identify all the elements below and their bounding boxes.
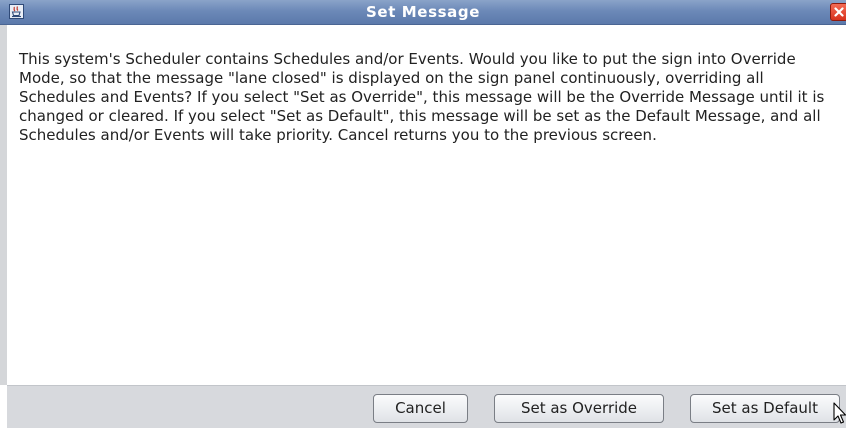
window-title: Set Message — [366, 3, 480, 21]
title-bar[interactable]: Set Message — [0, 0, 846, 25]
set-message-dialog: Set Message This system's Scheduler cont… — [0, 0, 846, 428]
set-as-override-button[interactable]: Set as Override — [494, 394, 664, 423]
cancel-button[interactable]: Cancel — [373, 394, 468, 423]
close-icon[interactable] — [830, 3, 846, 21]
set-as-default-button[interactable]: Set as Default — [690, 394, 840, 423]
message-text: This system's Scheduler contains Schedul… — [19, 50, 825, 144]
mouse-pointer-icon — [833, 402, 846, 424]
